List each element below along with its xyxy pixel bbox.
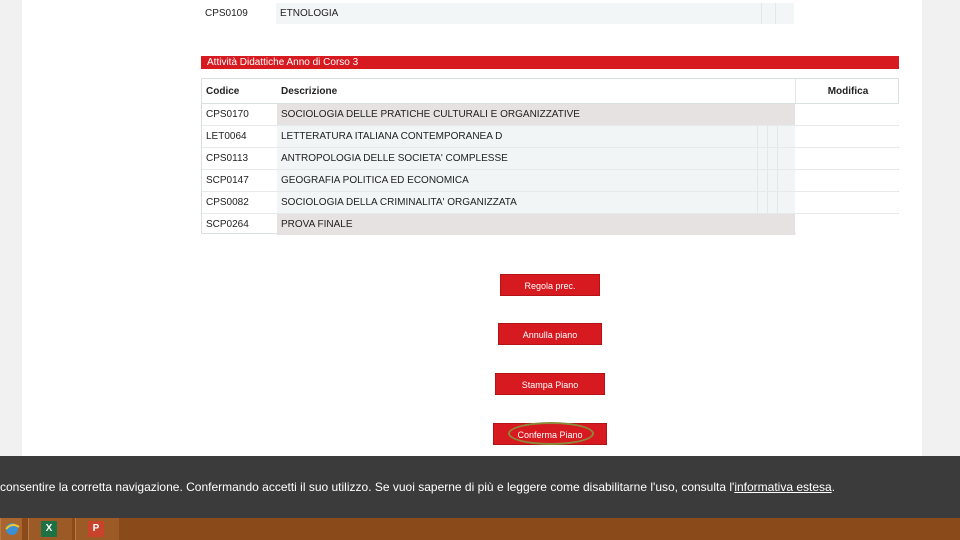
informativa-estesa-link[interactable]: informativa estesa bbox=[734, 480, 831, 494]
course-description: SOCIOLOGIA DELLA CRIMINALITA' ORGANIZZAT… bbox=[277, 192, 795, 213]
year3-activities-table: Codice Descrizione Modifica CPS0170 SOCI… bbox=[201, 78, 900, 235]
header-description: Descrizione bbox=[277, 79, 795, 103]
taskbar: X P bbox=[0, 518, 960, 540]
edit-cell bbox=[796, 170, 900, 191]
column-divider bbox=[767, 170, 768, 191]
column-divider bbox=[757, 170, 758, 191]
column-divider bbox=[757, 126, 758, 147]
annulla-piano-button[interactable]: Annulla piano bbox=[498, 323, 602, 345]
column-divider bbox=[777, 170, 778, 191]
course-description: ETNOLOGIA bbox=[276, 3, 794, 24]
column-divider bbox=[761, 3, 762, 24]
course-code: CPS0170 bbox=[206, 109, 249, 120]
table-row: CPS0109 ETNOLOGIA bbox=[201, 3, 899, 24]
course-description: PROVA FINALE bbox=[277, 214, 795, 235]
course-code: CPS0082 bbox=[206, 197, 249, 208]
course-description: LETTERATURA ITALIANA CONTEMPORANEA D bbox=[277, 126, 795, 147]
column-divider bbox=[795, 79, 796, 103]
table-row[interactable]: SCP0264 PROVA FINALE bbox=[202, 214, 900, 235]
column-divider bbox=[777, 126, 778, 147]
edit-cell bbox=[796, 104, 900, 125]
column-divider bbox=[757, 148, 758, 169]
table-row[interactable]: SCP0147 GEOGRAFIA POLITICA ED ECONOMICA bbox=[202, 170, 900, 192]
powerpoint-glyph: P bbox=[88, 521, 104, 537]
course-description: ANTROPOLOGIA DELLE SOCIETA' COMPLESSE bbox=[277, 148, 795, 169]
course-code: SCP0147 bbox=[206, 175, 249, 186]
table-row[interactable]: LET0064 LETTERATURA ITALIANA CONTEMPORAN… bbox=[202, 126, 900, 148]
course-code: CPS0113 bbox=[206, 153, 249, 164]
excel-icon[interactable]: X bbox=[28, 518, 72, 540]
cookie-banner-text-wrap: consentire la corretta navigazione. Conf… bbox=[0, 456, 835, 518]
header-edit: Modifica bbox=[827, 86, 869, 97]
cookie-banner: consentire la corretta navigazione. Conf… bbox=[0, 456, 960, 518]
course-description: GEOGRAFIA POLITICA ED ECONOMICA bbox=[277, 170, 795, 191]
internet-explorer-icon[interactable] bbox=[0, 518, 22, 540]
cookie-banner-suffix: . bbox=[831, 480, 836, 494]
cookie-banner-text: consentire la corretta navigazione. Conf… bbox=[0, 480, 735, 494]
section-header: Attività Didattiche Anno di Corso 3 bbox=[201, 56, 899, 69]
excel-glyph: X bbox=[41, 521, 57, 537]
stampa-piano-button[interactable]: Stampa Piano bbox=[495, 373, 605, 395]
edit-cell bbox=[796, 192, 900, 213]
table-row[interactable]: CPS0170 SOCIOLOGIA DELLE PRATICHE CULTUR… bbox=[202, 104, 900, 126]
table-row[interactable]: CPS0113 ANTROPOLOGIA DELLE SOCIETA' COMP… bbox=[202, 148, 900, 170]
previous-year-table: CPS0109 ETNOLOGIA bbox=[201, 0, 899, 24]
edit-cell bbox=[795, 3, 899, 24]
regola-prec-button[interactable]: Regola prec. bbox=[500, 274, 600, 296]
column-divider bbox=[767, 148, 768, 169]
table-header: Codice Descrizione Modifica bbox=[202, 79, 898, 104]
column-divider bbox=[777, 192, 778, 213]
header-code: Codice bbox=[206, 86, 240, 97]
table-row[interactable]: CPS0082 SOCIOLOGIA DELLA CRIMINALITA' OR… bbox=[202, 192, 900, 214]
edit-cell bbox=[796, 214, 900, 235]
powerpoint-icon[interactable]: P bbox=[75, 518, 119, 540]
edit-cell bbox=[796, 126, 900, 147]
column-divider bbox=[767, 126, 768, 147]
course-code: CPS0109 bbox=[205, 8, 248, 19]
course-description: SOCIOLOGIA DELLE PRATICHE CULTURALI E OR… bbox=[277, 104, 795, 125]
column-divider bbox=[767, 192, 768, 213]
edit-cell bbox=[796, 148, 900, 169]
course-code: LET0064 bbox=[206, 131, 247, 142]
column-divider bbox=[777, 148, 778, 169]
course-code: SCP0264 bbox=[206, 219, 249, 230]
column-divider bbox=[775, 3, 776, 24]
highlight-ring bbox=[508, 422, 594, 445]
column-divider bbox=[757, 192, 758, 213]
